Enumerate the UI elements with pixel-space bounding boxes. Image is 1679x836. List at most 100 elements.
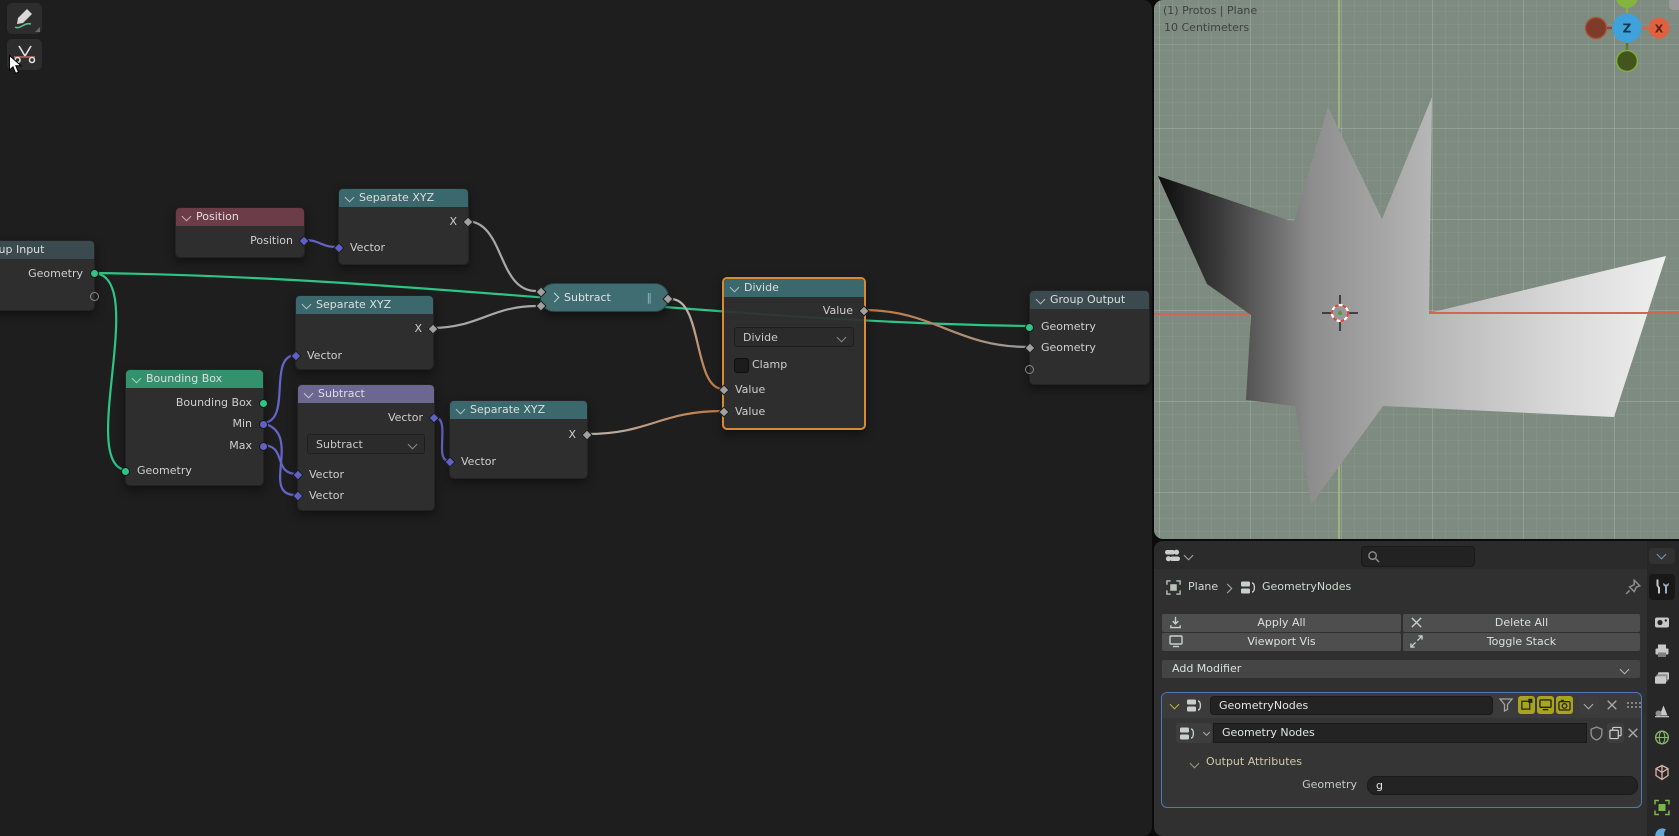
copy-node-group-button[interactable] (1607, 723, 1624, 743)
section-chevron-icon[interactable] (1189, 758, 1200, 769)
tab-physics[interactable] (1649, 823, 1675, 836)
view-layer-icon (1655, 672, 1669, 684)
viewport-3d[interactable]: (1) Protos | Plane 10 Centimeters Z X (1154, 0, 1679, 539)
output-attributes-section[interactable]: Output Attributes (1206, 755, 1302, 768)
delete-modifier-icon[interactable] (1606, 699, 1618, 711)
apply-all-label: Apply All (1257, 616, 1306, 629)
node-vector-subtract[interactable]: Subtract Vector Subtract Vector Vector (292, 384, 440, 511)
properties-editor-type-icon[interactable] (1164, 548, 1181, 563)
input-socket-geometry-1[interactable] (1025, 323, 1034, 332)
collapse-chevron-icon[interactable] (131, 373, 142, 384)
tab-options-dropdown[interactable] (1649, 548, 1675, 564)
output-socket-geometry[interactable] (90, 269, 99, 278)
node-separate-xyz-1[interactable]: Separate XYZ X Vector (333, 188, 474, 265)
collapse-chevron-icon[interactable] (344, 192, 355, 203)
node-group-input[interactable]: Group Input Geometry (0, 240, 99, 311)
tab-object-data[interactable] (1649, 795, 1675, 819)
object-box-icon (1655, 764, 1669, 781)
socket-label: X (414, 322, 422, 335)
node-title: Separate XYZ (359, 191, 435, 204)
gizmo-neg-x-axis[interactable] (1584, 16, 1608, 40)
plane-mesh-object[interactable] (1154, 0, 1679, 539)
node-group-output[interactable]: Group Output Geometry Geometry (1024, 290, 1150, 385)
properties-search-input[interactable] (1361, 546, 1475, 567)
modifier-header[interactable]: GeometryNodes (1162, 693, 1642, 718)
collapse-chevron-icon[interactable] (303, 388, 314, 399)
output-socket-max[interactable] (259, 442, 268, 451)
tab-tool[interactable] (1649, 574, 1675, 600)
socket-label: X (568, 428, 576, 441)
operation-value: Divide (743, 331, 778, 344)
breadcrumb-object[interactable]: Plane (1188, 580, 1218, 593)
geometry-node-editor[interactable]: Group Input Geometry Position Position S… (0, 0, 1152, 836)
node-group-name-field[interactable]: Geometry Nodes (1213, 723, 1587, 743)
operation-dropdown[interactable]: Divide (734, 327, 854, 347)
fake-user-shield-icon[interactable] (1590, 726, 1603, 741)
node-title: Divide (744, 281, 779, 294)
input-socket-geometry[interactable] (121, 467, 130, 476)
browse-chevron-icon (1202, 728, 1211, 737)
properties-tab-strip (1647, 541, 1679, 836)
duplicate-icon (1609, 726, 1622, 740)
node-bounding-box[interactable]: Bounding Box Bounding Box Min Max Geomet… (121, 369, 268, 486)
viewport-vis-button[interactable]: Viewport Vis (1162, 633, 1401, 651)
socket-label: X (449, 215, 457, 228)
monitor-icon (1539, 699, 1552, 711)
viewport-corner-widget[interactable] (1669, 0, 1679, 10)
node-group-browse-button[interactable] (1176, 723, 1212, 743)
modifier-name-field[interactable]: GeometryNodes (1210, 696, 1493, 715)
node-separate-xyz-3[interactable]: Separate XYZ X Vector (444, 400, 593, 479)
operation-dropdown[interactable]: Subtract (307, 434, 425, 454)
tab-output[interactable] (1649, 639, 1675, 663)
drag-handle[interactable] (1626, 701, 1642, 709)
node-math-subtract-collapsed[interactable]: Subtract ‖ (535, 283, 674, 312)
edit-mode-icon (1521, 698, 1533, 710)
geometry-attribute-input[interactable]: g (1367, 776, 1638, 795)
virtual-output-socket[interactable] (90, 292, 99, 301)
realtime-toggle[interactable] (1537, 696, 1554, 714)
delete-all-button[interactable]: Delete All (1403, 614, 1640, 632)
output-socket-min[interactable] (259, 420, 268, 429)
modifier-extras-dropdown[interactable] (1579, 696, 1599, 714)
annotate-tool-button[interactable] (7, 3, 42, 34)
breadcrumb-modifier[interactable]: GeometryNodes (1262, 580, 1351, 593)
properties-editor[interactable]: Plane GeometryNodes Apply All Delete All… (1154, 541, 1679, 836)
toggle-stack-button[interactable]: Toggle Stack (1403, 633, 1640, 651)
tab-render[interactable] (1649, 611, 1675, 635)
physics-icon (1655, 828, 1666, 836)
node-title[interactable]: Group Input (0, 241, 94, 259)
on-cage-toggle-icon[interactable] (1498, 698, 1514, 712)
gizmo-y-axis[interactable] (1616, 0, 1638, 8)
unlink-node-group-icon[interactable] (1627, 727, 1639, 739)
tool-icon (1656, 579, 1669, 594)
output-socket-bounding-box[interactable] (259, 399, 268, 408)
pin-icon[interactable] (1625, 579, 1641, 595)
tab-view-layer[interactable] (1649, 667, 1675, 691)
virtual-input-socket[interactable] (1025, 365, 1034, 374)
tab-world[interactable] (1649, 725, 1675, 749)
collapse-chevron-icon[interactable] (301, 299, 312, 310)
socket-label: Value (822, 304, 853, 317)
dropdown-chevron-icon (407, 439, 418, 450)
operation-value: Subtract (316, 438, 363, 451)
navigation-gizmo[interactable]: Z X (1582, 0, 1679, 75)
gizmo-neg-y-axis[interactable] (1615, 49, 1639, 73)
edit-mode-toggle[interactable] (1518, 696, 1535, 714)
panel-expand-chevron-icon[interactable] (1169, 699, 1180, 710)
collapse-chevron-icon[interactable] (729, 282, 740, 293)
collapse-chevron-icon[interactable] (455, 404, 466, 415)
collapse-chevron-icon[interactable] (1035, 294, 1046, 305)
collapse-chevron-icon[interactable] (181, 211, 192, 222)
node-math-divide[interactable]: Divide Value Divide Clamp Value Value (718, 277, 870, 430)
modifier-panel-geometrynodes[interactable]: GeometryNodes Geometry Nodes Output Attr… (1161, 692, 1642, 808)
delete-all-label: Delete All (1494, 616, 1549, 629)
apply-all-button[interactable]: Apply All (1162, 614, 1401, 632)
editor-type-chevron-icon[interactable] (1183, 550, 1194, 561)
node-separate-xyz-2[interactable]: Separate XYZ X Vector (290, 295, 439, 370)
expand-chevron-icon[interactable] (549, 292, 560, 302)
add-modifier-button[interactable]: Add Modifier (1162, 660, 1640, 678)
render-toggle[interactable] (1556, 696, 1573, 714)
node-position[interactable]: Position Position (175, 207, 310, 258)
tab-object[interactable] (1649, 760, 1675, 784)
tab-scene[interactable] (1649, 699, 1675, 723)
